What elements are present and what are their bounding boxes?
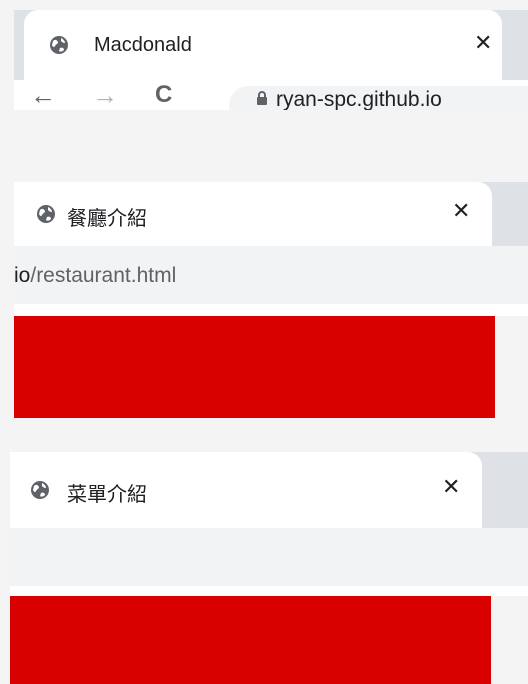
browser-window-menu: 菜單介紹 ✕ — [10, 452, 528, 684]
url-host: io — [14, 264, 31, 287]
lock-icon — [257, 91, 267, 105]
tab-title: 菜單介紹 — [67, 484, 147, 506]
browser-window-macdonald: Macdonald ✕ ← → C ryan-spc.github.io — [14, 10, 528, 110]
tab-strip: 菜單介紹 ✕ — [10, 452, 528, 528]
address-bar[interactable]: io/restaurant.html — [14, 246, 528, 304]
divider — [14, 304, 528, 316]
arrow-left-icon[interactable]: ← — [30, 82, 56, 108]
close-icon[interactable]: ✕ — [442, 476, 460, 498]
browser-tab-restaurant[interactable]: 餐廳介紹 ✕ — [14, 182, 492, 246]
divider — [10, 586, 528, 596]
browser-toolbar: ← → C ryan-spc.github.io — [14, 80, 528, 110]
globe-icon — [50, 36, 68, 54]
url-path: /restaurant.html — [30, 264, 177, 287]
red-header-banner — [14, 316, 495, 418]
browser-window-restaurant: 餐廳介紹 ✕ io/restaurant.html — [14, 182, 528, 418]
red-header-banner — [10, 596, 491, 684]
close-icon[interactable]: ✕ — [474, 32, 492, 54]
reload-icon[interactable]: C — [155, 83, 172, 107]
address-bar[interactable] — [10, 528, 528, 586]
browser-tab-macdonald[interactable]: Macdonald ✕ — [24, 10, 502, 80]
globe-icon — [31, 481, 49, 499]
url-text[interactable]: ryan-spc.github.io — [276, 88, 442, 110]
tab-title: 餐廳介紹 — [67, 208, 147, 230]
tab-strip: 餐廳介紹 ✕ — [14, 182, 528, 246]
close-icon[interactable]: ✕ — [452, 200, 470, 222]
tab-title: Macdonald — [94, 34, 192, 56]
url-text[interactable]: io/restaurant.html — [14, 264, 176, 288]
arrow-right-icon[interactable]: → — [92, 82, 118, 108]
globe-icon — [37, 205, 55, 223]
browser-tab-menu[interactable]: 菜單介紹 ✕ — [10, 452, 482, 528]
